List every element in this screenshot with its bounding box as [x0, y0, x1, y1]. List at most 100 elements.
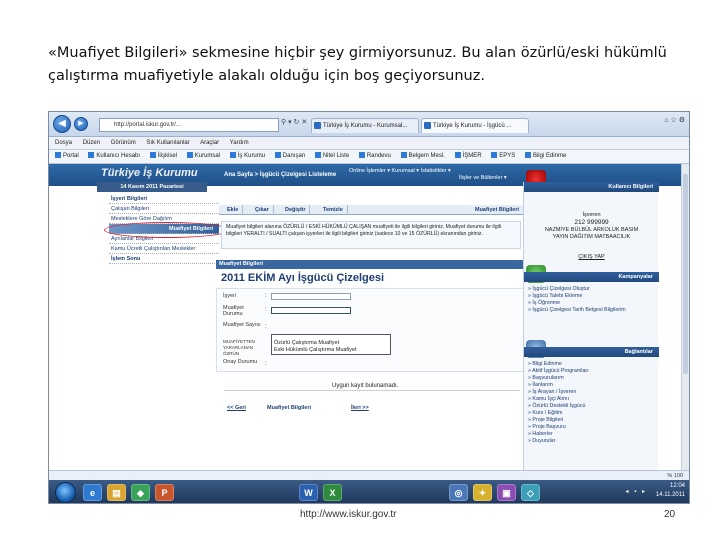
- word-icon[interactable]: W: [299, 484, 318, 501]
- menu-bar: Dosya Düzen Görünüm Sık Kullanılanlar Ar…: [49, 137, 689, 150]
- status-bar: % 100: [49, 470, 689, 480]
- favorite-link[interactable]: İŞMER: [455, 150, 482, 163]
- tab-temizle[interactable]: Temizle: [319, 205, 348, 215]
- link-item[interactable]: » Kamu İşçi Alımı: [528, 396, 656, 403]
- clock[interactable]: 12:04 14.11.2011: [656, 482, 685, 500]
- top-nav-row-2[interactable]: İlişler ve Bültenler ▾: [349, 175, 507, 182]
- breadcrumb[interactable]: Ana Sayfa > İşgücü Çizelgesi Listeleme: [224, 172, 336, 178]
- prev-link[interactable]: << Geri: [227, 404, 246, 413]
- logout-link[interactable]: ÇIKIŞ YAP: [524, 254, 659, 261]
- clock-date: 14.11.2011: [655, 492, 685, 498]
- link-item[interactable]: » Duyurular: [528, 438, 656, 445]
- left-menu-item[interactable]: Çalışan Bilgileri: [109, 204, 219, 214]
- powerpoint-icon[interactable]: P: [155, 484, 174, 501]
- page-scrollbar[interactable]: [681, 164, 689, 470]
- favorite-link[interactable]: EPYS: [491, 150, 515, 163]
- menu-help[interactable]: Yardım: [230, 140, 249, 146]
- divider: [224, 390, 520, 391]
- link-item[interactable]: » Özürlü Destekli İşgücü: [528, 403, 656, 410]
- favorite-link[interactable]: Randevu: [359, 150, 391, 163]
- campaign-link[interactable]: » İş Öğrenme: [528, 300, 656, 307]
- app-icon[interactable]: ◇: [521, 484, 540, 501]
- isyeri-select[interactable]: [271, 293, 351, 300]
- browser-screenshot: ◀ ▶ http://portal.iskur.gov.tr/... ⚲ ▾ ↻…: [48, 111, 690, 504]
- campaign-link[interactable]: » İşgücü Talebi Ekleme: [528, 293, 656, 300]
- taskbar: e ▤ ◆ P W X ◎ ✦ ▣ ◇ ◂ ▪ ▸ 12:04 14.11.20…: [49, 480, 689, 503]
- menu-view[interactable]: Görünüm: [111, 140, 136, 146]
- forward-icon[interactable]: ▶: [74, 117, 88, 131]
- start-button[interactable]: [55, 482, 76, 503]
- tab-favicon: [424, 122, 431, 129]
- favorite-link[interactable]: Danışan: [275, 150, 305, 163]
- tab-label: Türkiye İş Kurumu - Kurumsal...: [323, 123, 408, 129]
- app-icon[interactable]: ◆: [131, 484, 150, 501]
- ie-icon[interactable]: e: [83, 484, 102, 501]
- field-label: Muafiyet Durumu: [223, 305, 244, 317]
- menu-favorites[interactable]: Sık Kullanılanlar: [146, 140, 189, 146]
- link-item[interactable]: » Proje Başvuru: [528, 424, 656, 431]
- clock-time: 12:04: [669, 483, 685, 489]
- back-icon[interactable]: ◀: [53, 115, 71, 133]
- address-bar-icons[interactable]: ⚲ ▾ ↻ ✕: [281, 118, 307, 126]
- explorer-icon[interactable]: ▤: [107, 484, 126, 501]
- tab-ekle[interactable]: Ekle: [223, 205, 244, 215]
- tab-degistir[interactable]: Değiştir: [281, 205, 311, 215]
- browser-tab-2[interactable]: Türkiye İş Kurumu - İşgücü ...: [421, 118, 529, 133]
- app-icon[interactable]: ◎: [449, 484, 468, 501]
- left-menu-item[interactable]: Kamu Ücretli Çalıştırılan Meslekler: [109, 244, 219, 254]
- scrollbar-thumb[interactable]: [683, 174, 688, 374]
- menu-edit[interactable]: Düzen: [83, 140, 100, 146]
- campaign-link[interactable]: » İşgücü Çizelgesi Oluştur: [528, 286, 656, 293]
- top-nav-row-1[interactable]: Online İşlemler ▾ Kurumsal ▾ İstatistikl…: [349, 168, 507, 175]
- link-item[interactable]: » Aktif İşgücü Programları: [528, 368, 656, 375]
- wizard-nav: << Geri Muafiyet Bilgileri İleri >>: [227, 404, 387, 413]
- field-label: Onay Durumu: [223, 359, 258, 365]
- campaigns-list: » İşgücü Çizelgesi Oluştur » İşgücü Tale…: [528, 286, 656, 314]
- page-title: 2011 EKİM Ayı İşgücü Çizelgesi: [221, 272, 385, 284]
- muafiyet-dropdown-list[interactable]: Özürlü Çalıştırma Muafiyet Eski Hükümlü …: [271, 334, 391, 355]
- favorite-link[interactable]: Kurumsal: [187, 150, 220, 163]
- link-item[interactable]: » Kurs / Eğitim: [528, 410, 656, 417]
- browser-toolbar-icons[interactable]: ⌂ ☆ ⚙: [664, 116, 685, 124]
- favorite-link[interactable]: Nitel Liste: [315, 150, 349, 163]
- favorite-link[interactable]: Bilgi Edinme: [525, 150, 566, 163]
- left-menu-item[interactable]: İşlem Sonu: [109, 254, 219, 264]
- left-menu-item[interactable]: İşyeri Bilgileri: [109, 194, 219, 204]
- link-item[interactable]: » Başvurularım: [528, 375, 656, 382]
- footer-url: http://www.iskur.gov.tr: [300, 509, 397, 520]
- browser-tab-1[interactable]: Türkiye İş Kurumu - Kurumsal...: [311, 118, 419, 133]
- link-item[interactable]: » Haberler: [528, 431, 656, 438]
- web-page: Türkiye İş Kurumu Ana Sayfa > İşgücü Çiz…: [49, 164, 689, 472]
- link-item[interactable]: » İş Arayan / İşveren: [528, 389, 656, 396]
- dropdown-option[interactable]: Eski Hükümlü Çalıştırma Muafiyet: [274, 347, 390, 354]
- campaigns-header: Kampanyalar: [524, 272, 659, 282]
- menu-tools[interactable]: Araçlar: [200, 140, 219, 146]
- user-name: NAZMİYE BÜLBÜL ARKOLUK BASIM: [544, 227, 639, 233]
- favorite-link[interactable]: Kullanıcı Hesabı: [88, 150, 140, 163]
- favorite-link[interactable]: Belgem Mesl.: [401, 150, 445, 163]
- dropdown-option[interactable]: Özürlü Çalıştırma Muafiyet: [274, 340, 390, 347]
- tab-current-section: Muafiyet Bilgileri: [474, 207, 519, 213]
- tab-cikar[interactable]: Çıkar: [251, 205, 274, 215]
- tray-icons[interactable]: ◂ ▪ ▸: [626, 488, 647, 495]
- site-logo[interactable]: Türkiye İş Kurumu: [101, 167, 198, 179]
- info-message: Muafiyet bilgileri alanına ÖZÜRLÜ / ESKİ…: [221, 221, 521, 249]
- favorite-link[interactable]: İş Kurumu: [230, 150, 265, 163]
- favorite-link[interactable]: Portal: [55, 150, 79, 163]
- link-item[interactable]: » İlanlarım: [528, 382, 656, 389]
- excel-icon[interactable]: X: [323, 484, 342, 501]
- app-icon[interactable]: ▣: [497, 484, 516, 501]
- current-step: Muafiyet Bilgileri: [267, 405, 312, 411]
- address-bar[interactable]: http://portal.iskur.gov.tr/...: [99, 118, 279, 132]
- menu-file[interactable]: Dosya: [55, 140, 72, 146]
- app-icon[interactable]: ✦: [473, 484, 492, 501]
- link-item[interactable]: » Proje Bilgileri: [528, 417, 656, 424]
- campaign-link[interactable]: » İşgücü Çizelgesi Tarih Belgesi Bilgile…: [528, 307, 656, 314]
- next-link[interactable]: İleri >>: [351, 404, 369, 413]
- link-item[interactable]: » Bilgi Edinme: [528, 361, 656, 368]
- user-id: 212 999999: [574, 219, 609, 226]
- muafiyet-durumu-select[interactable]: [271, 307, 351, 314]
- highlight-ellipse: [104, 222, 230, 238]
- section-header: Muafiyet Bilgileri: [216, 260, 524, 269]
- favorite-link[interactable]: İlişkisel: [150, 150, 177, 163]
